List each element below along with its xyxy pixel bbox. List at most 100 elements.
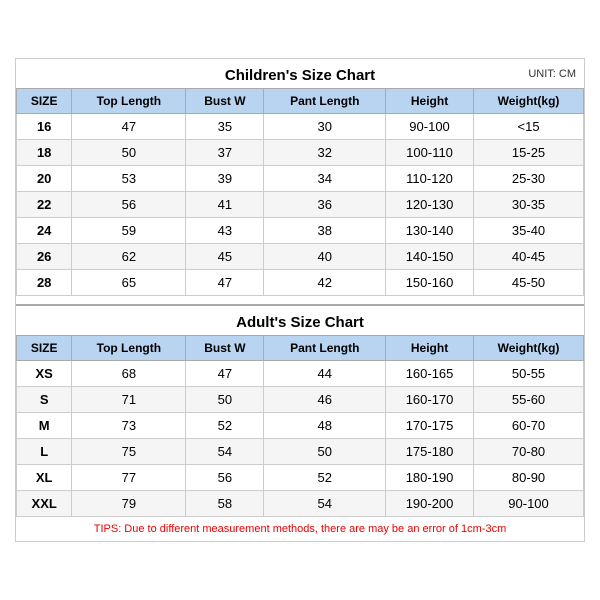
table-cell: 59	[72, 218, 186, 244]
table-cell: 50	[186, 387, 264, 413]
adult-table-body: XS684744160-16550-55S715046160-17055-60M…	[17, 361, 584, 517]
tips-text: TIPS: Due to different measurement metho…	[16, 517, 584, 541]
table-cell: 160-170	[386, 387, 474, 413]
table-cell: 40	[264, 244, 386, 270]
adult-col-pant-length: Pant Length	[264, 336, 386, 361]
children-col-pant-length: Pant Length	[264, 89, 386, 114]
children-col-size: SIZE	[17, 89, 72, 114]
table-cell: 47	[72, 114, 186, 140]
table-cell: 41	[186, 192, 264, 218]
children-col-top-length: Top Length	[72, 89, 186, 114]
table-cell: 42	[264, 270, 386, 296]
table-cell: 47	[186, 270, 264, 296]
adult-col-top-length: Top Length	[72, 336, 186, 361]
table-cell: 32	[264, 140, 386, 166]
table-cell: XXL	[17, 491, 72, 517]
table-cell: 16	[17, 114, 72, 140]
table-row: 18503732100-11015-25	[17, 140, 584, 166]
table-cell: 55-60	[474, 387, 584, 413]
table-cell: 25-30	[474, 166, 584, 192]
table-cell: 54	[264, 491, 386, 517]
table-cell: 120-130	[386, 192, 474, 218]
table-row: XXL795854190-20090-100	[17, 491, 584, 517]
table-cell: 52	[186, 413, 264, 439]
table-row: 20533934110-12025-30	[17, 166, 584, 192]
table-cell: 150-160	[386, 270, 474, 296]
table-cell: 80-90	[474, 465, 584, 491]
table-cell: S	[17, 387, 72, 413]
table-cell: 62	[72, 244, 186, 270]
table-cell: 52	[264, 465, 386, 491]
table-cell: 30	[264, 114, 386, 140]
children-col-bust-w: Bust W	[186, 89, 264, 114]
table-cell: 56	[186, 465, 264, 491]
table-cell: 35	[186, 114, 264, 140]
table-cell: 39	[186, 166, 264, 192]
table-cell: 90-100	[386, 114, 474, 140]
children-title-text: Children's Size Chart	[225, 67, 375, 84]
table-cell: 50	[72, 140, 186, 166]
table-cell: 53	[72, 166, 186, 192]
table-cell: 54	[186, 439, 264, 465]
table-row: XS684744160-16550-55	[17, 361, 584, 387]
table-cell: 18	[17, 140, 72, 166]
table-cell: 36	[264, 192, 386, 218]
table-row: XL775652180-19080-90	[17, 465, 584, 491]
table-cell: 140-150	[386, 244, 474, 270]
unit-label: UNIT: CM	[528, 68, 576, 80]
table-cell: 28	[17, 270, 72, 296]
children-table-header: SIZE Top Length Bust W Pant Length Heigh…	[17, 89, 584, 114]
table-cell: 24	[17, 218, 72, 244]
table-cell: 50	[264, 439, 386, 465]
size-chart-container: Children's Size Chart UNIT: CM SIZE Top …	[15, 58, 585, 542]
adult-table-header: SIZE Top Length Bust W Pant Length Heigh…	[17, 336, 584, 361]
table-cell: XL	[17, 465, 72, 491]
table-cell: 75	[72, 439, 186, 465]
children-table-body: 1647353090-100<1518503732100-11015-25205…	[17, 114, 584, 296]
table-cell: 190-200	[386, 491, 474, 517]
table-cell: 26	[17, 244, 72, 270]
table-cell: <15	[474, 114, 584, 140]
table-row: 28654742150-16045-50	[17, 270, 584, 296]
children-col-height: Height	[386, 89, 474, 114]
table-cell: 35-40	[474, 218, 584, 244]
adult-title-text: Adult's Size Chart	[236, 314, 364, 331]
table-cell: 43	[186, 218, 264, 244]
table-cell: 30-35	[474, 192, 584, 218]
table-row: L755450175-18070-80	[17, 439, 584, 465]
table-cell: 160-165	[386, 361, 474, 387]
table-cell: 130-140	[386, 218, 474, 244]
children-col-weight: Weight(kg)	[474, 89, 584, 114]
table-cell: 34	[264, 166, 386, 192]
table-cell: 73	[72, 413, 186, 439]
table-cell: 170-175	[386, 413, 474, 439]
adult-col-height: Height	[386, 336, 474, 361]
table-row: 24594338130-14035-40	[17, 218, 584, 244]
table-cell: M	[17, 413, 72, 439]
table-cell: 20	[17, 166, 72, 192]
table-cell: 22	[17, 192, 72, 218]
table-cell: L	[17, 439, 72, 465]
table-cell: 48	[264, 413, 386, 439]
table-row: M735248170-17560-70	[17, 413, 584, 439]
table-row: 26624540140-15040-45	[17, 244, 584, 270]
table-cell: 100-110	[386, 140, 474, 166]
table-cell: 70-80	[474, 439, 584, 465]
table-cell: 110-120	[386, 166, 474, 192]
children-table: SIZE Top Length Bust W Pant Length Heigh…	[16, 88, 584, 296]
table-cell: 175-180	[386, 439, 474, 465]
table-cell: 71	[72, 387, 186, 413]
adult-table: SIZE Top Length Bust W Pant Length Heigh…	[16, 335, 584, 517]
table-cell: 50-55	[474, 361, 584, 387]
table-cell: 58	[186, 491, 264, 517]
table-cell: 44	[264, 361, 386, 387]
children-title: Children's Size Chart UNIT: CM	[16, 59, 584, 88]
table-cell: 90-100	[474, 491, 584, 517]
table-cell: 40-45	[474, 244, 584, 270]
adult-col-bust-w: Bust W	[186, 336, 264, 361]
table-cell: 77	[72, 465, 186, 491]
table-cell: 45	[186, 244, 264, 270]
table-cell: XS	[17, 361, 72, 387]
table-cell: 15-25	[474, 140, 584, 166]
table-cell: 38	[264, 218, 386, 244]
